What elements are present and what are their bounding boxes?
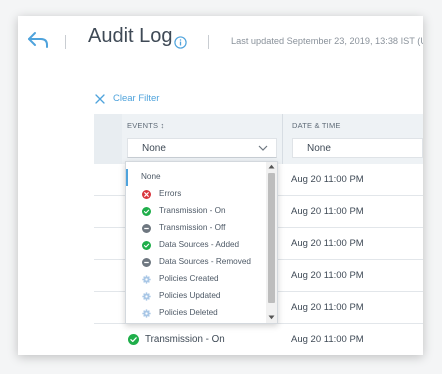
events-column-header[interactable]: EVENTS ↕ xyxy=(127,121,164,130)
table-row[interactable]: Transmission - On Aug 20 11:00 PM xyxy=(94,324,423,355)
dropdown-option-policies-deleted[interactable]: Policies Deleted xyxy=(126,305,264,322)
header-divider xyxy=(208,35,209,49)
dropdown-option-transmission-off[interactable]: Transmission - Off xyxy=(126,220,264,237)
audit-log-panel: Audit Log Last updated September 23, 201… xyxy=(18,16,423,355)
info-icon[interactable] xyxy=(174,36,187,49)
row-date: Aug 20 11:00 PM xyxy=(291,270,364,281)
row-date: Aug 20 11:00 PM xyxy=(291,238,364,249)
gear-icon xyxy=(142,275,151,284)
table-header-stub xyxy=(94,114,122,164)
date-time-filter-select[interactable]: None xyxy=(292,138,423,158)
option-label: Transmission - On xyxy=(159,206,226,215)
dropdown-option-policies-updated[interactable]: Policies Updated xyxy=(126,288,264,305)
events-filter-dropdown[interactable]: None Errors Transmission - On Transmissi… xyxy=(125,161,278,324)
option-label: Data Sources - Added xyxy=(159,240,240,249)
check-circle-icon xyxy=(142,207,151,216)
date-time-filter-value: None xyxy=(307,143,331,154)
chevron-down-icon xyxy=(258,145,268,151)
dropdown-option-none[interactable]: None xyxy=(126,169,266,186)
dropdown-option-data-sources-removed[interactable]: Data Sources - Removed xyxy=(126,254,264,271)
option-label: None xyxy=(141,172,161,181)
dropdown-option-transmission-on[interactable]: Transmission - On xyxy=(126,203,264,220)
error-icon xyxy=(142,190,151,199)
dropdown-scrollbar[interactable] xyxy=(266,162,277,323)
row-date: Aug 20 11:00 PM xyxy=(291,206,364,217)
close-icon xyxy=(95,94,105,104)
gear-icon xyxy=(142,309,151,318)
minus-circle-icon xyxy=(142,224,151,233)
header-divider xyxy=(65,35,66,49)
dropdown-option-policies-created[interactable]: Policies Created xyxy=(126,271,264,288)
table-header: EVENTS ↕ DATE & TIME None None xyxy=(94,114,423,164)
events-filter-select[interactable]: None xyxy=(127,138,277,158)
row-event: Transmission - On xyxy=(145,334,225,345)
scroll-up-arrow-icon[interactable] xyxy=(268,164,275,169)
date-time-column-header[interactable]: DATE & TIME xyxy=(292,121,341,130)
minus-circle-icon xyxy=(142,258,151,267)
row-date: Aug 20 11:00 PM xyxy=(291,334,364,345)
column-divider xyxy=(282,114,283,164)
option-label: Policies Deleted xyxy=(159,308,218,317)
check-circle-icon xyxy=(128,334,139,345)
clear-filter-label: Clear Filter xyxy=(113,93,160,104)
row-date: Aug 20 11:00 PM xyxy=(291,174,364,185)
page-header: Audit Log Last updated September 23, 201… xyxy=(18,16,423,72)
option-label: Policies Updated xyxy=(159,291,221,300)
scrollbar-thumb[interactable] xyxy=(268,173,275,303)
check-circle-icon xyxy=(142,241,151,250)
option-label: Transmission - Off xyxy=(159,223,226,232)
last-updated-text: Last updated September 23, 2019, 13:38 I… xyxy=(231,36,423,46)
page-title: Audit Log xyxy=(88,25,173,47)
scroll-down-arrow-icon[interactable] xyxy=(268,315,275,320)
dropdown-option-errors[interactable]: Errors xyxy=(126,186,264,203)
option-label: Errors xyxy=(159,189,182,198)
dropdown-option-data-sources-added[interactable]: Data Sources - Added xyxy=(126,237,264,254)
option-label: Data Sources - Removed xyxy=(159,257,251,266)
option-label: Policies Created xyxy=(159,274,219,283)
gear-icon xyxy=(142,292,151,301)
events-filter-value: None xyxy=(142,143,166,154)
back-arrow-icon[interactable] xyxy=(26,30,50,50)
row-date: Aug 20 11:00 PM xyxy=(291,302,364,313)
